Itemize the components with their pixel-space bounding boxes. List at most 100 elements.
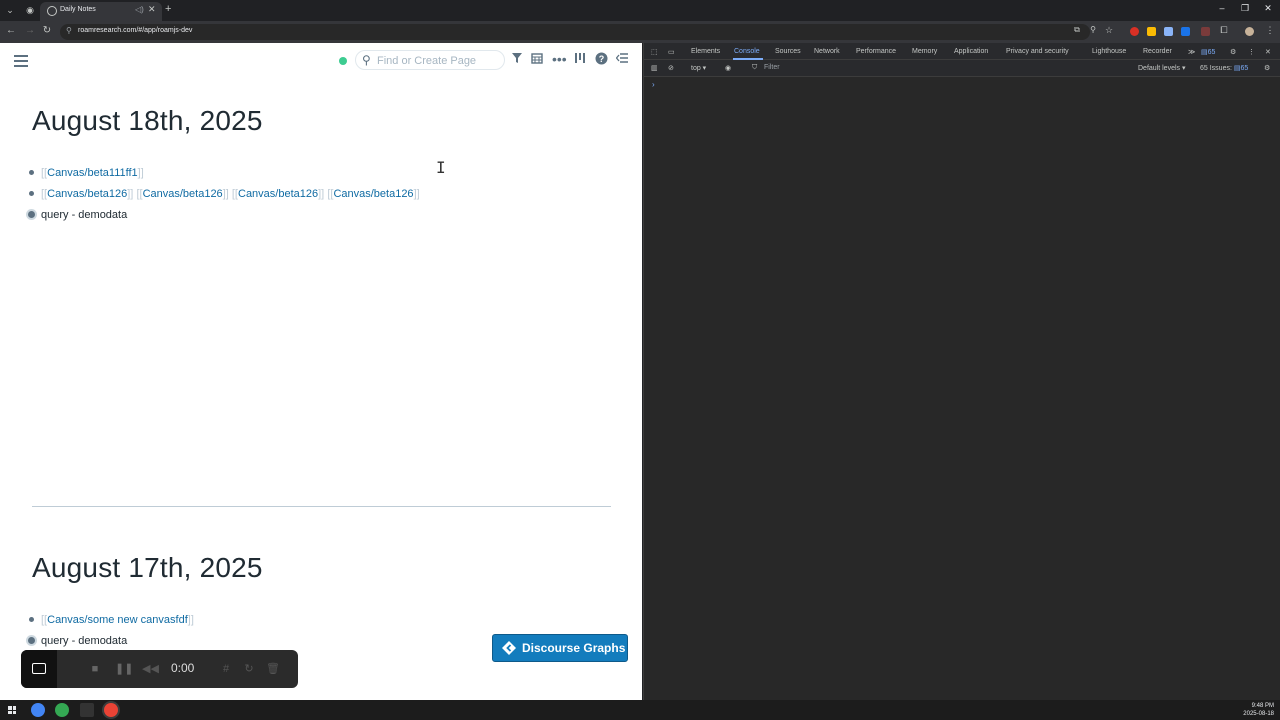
block-content[interactable]: [[Canvas/some new canvasfdf]]: [41, 610, 194, 630]
console-prompt-icon[interactable]: ›: [652, 80, 655, 89]
page-link[interactable]: Canvas/beta126: [47, 188, 127, 200]
tab-application[interactable]: Application: [954, 48, 988, 55]
discourse-graphs-button[interactable]: Discourse Graphs: [492, 634, 628, 662]
device-toolbar-icon[interactable]: ▭: [668, 48, 675, 56]
tab-privacy-security[interactable]: Privacy and security: [1006, 48, 1069, 55]
recording-time: 0:00: [171, 661, 195, 675]
tab-recorder[interactable]: Recorder: [1143, 48, 1172, 55]
new-tab-button[interactable]: +: [165, 3, 171, 15]
console-toolbar: ▥ ⊘ top ▾ ◉ ⛉ Filter Default levels ▾ 65…: [644, 60, 1280, 77]
live-expression-eye-icon[interactable]: ◉: [725, 64, 731, 72]
reload-icon[interactable]: ↻: [41, 25, 53, 36]
tab-close-icon[interactable]: ✕: [148, 4, 156, 15]
browser-menu-icon[interactable]: ⋮: [1264, 25, 1276, 36]
extension-yellow-icon[interactable]: [1147, 27, 1156, 36]
site-info-icon[interactable]: ⚲: [66, 26, 72, 35]
windows-start-icon[interactable]: [8, 706, 16, 714]
calendar-icon[interactable]: [530, 52, 544, 66]
page-link[interactable]: Canvas/some new canvasfdf: [47, 614, 188, 626]
sidebar-toggle-icon[interactable]: [14, 55, 28, 67]
back-arrow-icon[interactable]: ←: [5, 25, 17, 36]
devtools-settings-icon[interactable]: ⚙: [1230, 48, 1236, 56]
extension-blue-icon[interactable]: [1181, 27, 1190, 36]
tab-console[interactable]: Console: [734, 48, 760, 55]
system-clock[interactable]: 9:48 PM 2025-08-18: [1243, 702, 1274, 718]
roam-favicon-icon: [47, 6, 57, 16]
tab-audio-icon[interactable]: ◁): [135, 5, 144, 14]
issues-counter[interactable]: 65 Issues: ▤65: [1200, 64, 1248, 72]
tab-memory[interactable]: Memory: [912, 48, 937, 55]
browser-tab-strip: ⌄ ◉ Daily Notes ◁) ✕ + – ❐ ✕: [0, 0, 1280, 21]
restart-icon[interactable]: ↻: [241, 661, 257, 677]
tab-lighthouse[interactable]: Lighthouse: [1092, 48, 1126, 55]
issues-badge[interactable]: ▤65: [1201, 48, 1215, 56]
clear-console-icon[interactable]: ⊘: [668, 64, 674, 72]
block-content[interactable]: [[Canvas/beta111ff1]]: [41, 163, 144, 183]
grid-icon[interactable]: #: [218, 661, 234, 677]
block-bullet[interactable]: [29, 617, 34, 622]
address-bar[interactable]: ⚲ roamresearch.com/#/app/roamjs-dev: [60, 24, 1090, 40]
bookmark-star-icon[interactable]: ☆: [1103, 25, 1115, 36]
page-link[interactable]: Canvas/beta111ff1: [47, 167, 138, 179]
camera-toggle[interactable]: [21, 650, 57, 688]
inspect-element-icon[interactable]: ⬚: [651, 48, 658, 56]
install-app-icon[interactable]: ⧉: [1071, 25, 1083, 35]
graph-overview-icon[interactable]: [573, 52, 587, 66]
extension-blue-doc-icon[interactable]: [1164, 27, 1173, 36]
block-content[interactable]: query - demodata: [41, 205, 127, 225]
page-title[interactable]: August 18th, 2025: [32, 105, 263, 137]
tab-search-chevron-icon[interactable]: ⌄: [3, 3, 17, 17]
forward-arrow-icon[interactable]: →: [24, 25, 36, 36]
page-title[interactable]: August 17th, 2025: [32, 552, 263, 584]
more-options-icon[interactable]: •••: [552, 52, 567, 66]
bracket-close: ]]: [187, 614, 194, 626]
profile-avatar[interactable]: [1245, 27, 1254, 36]
taskbar-app-icon[interactable]: [31, 703, 45, 717]
taskbar-chrome-active-icon[interactable]: [104, 703, 118, 717]
tab-network[interactable]: Network: [814, 48, 840, 55]
restore-icon[interactable]: ❐: [1236, 3, 1254, 14]
delete-icon[interactable]: 🗑: [265, 661, 281, 677]
collapsed-block-bullet[interactable]: [28, 637, 35, 644]
context-selector[interactable]: top ▾: [691, 64, 706, 72]
minimize-icon[interactable]: –: [1213, 3, 1231, 13]
issues-label: 65 Issues:: [1200, 65, 1232, 72]
right-sidebar-toggle-icon[interactable]: [615, 52, 629, 66]
more-tabs-icon[interactable]: ≫: [1188, 48, 1195, 56]
help-icon[interactable]: ?: [594, 52, 608, 66]
taskbar-terminal-icon[interactable]: [80, 703, 94, 717]
page-link[interactable]: Canvas/beta126: [238, 188, 318, 200]
console-settings-icon[interactable]: ⚙: [1264, 64, 1270, 72]
extension-dark-red-icon[interactable]: [1201, 27, 1210, 36]
log-levels-dropdown[interactable]: Default levels ▾: [1138, 64, 1186, 72]
page-link[interactable]: Canvas/beta126: [333, 188, 413, 200]
window-close-icon[interactable]: ✕: [1259, 3, 1277, 14]
zoom-icon[interactable]: ⚲: [1087, 25, 1099, 34]
bracket-close: ]]: [222, 188, 229, 200]
browser-tab-daily-notes[interactable]: Daily Notes ◁) ✕: [40, 2, 162, 21]
devtools-menu-icon[interactable]: ⋮: [1248, 48, 1255, 56]
console-sidebar-icon[interactable]: ▥: [651, 64, 658, 72]
search-input[interactable]: [377, 53, 497, 68]
pause-icon[interactable]: ❚❚: [115, 661, 133, 677]
block-bullet[interactable]: [29, 191, 34, 196]
block-content[interactable]: [[Canvas/beta126]] [[Canvas/beta126]] [[…: [41, 184, 420, 204]
taskbar-chrome-icon[interactable]: [55, 703, 69, 717]
tab-elements[interactable]: Elements: [691, 48, 720, 55]
extension-red-icon[interactable]: [1130, 27, 1139, 36]
tab-sources[interactable]: Sources: [775, 48, 801, 55]
page-link[interactable]: Canvas/beta126: [143, 188, 223, 200]
stop-icon[interactable]: ■: [87, 661, 103, 677]
find-or-create-search[interactable]: ⚲: [355, 50, 505, 70]
rewind-icon[interactable]: ◀◀: [142, 661, 159, 677]
extensions-puzzle-icon[interactable]: ⧠: [1218, 25, 1230, 36]
block-bullet[interactable]: [29, 170, 34, 175]
tab-performance[interactable]: Performance: [856, 48, 896, 55]
filter-icon[interactable]: [510, 52, 524, 66]
devtools-close-icon[interactable]: ✕: [1265, 48, 1271, 56]
block-content[interactable]: query - demodata: [41, 631, 127, 651]
collapsed-block-bullet[interactable]: [28, 211, 35, 218]
sync-status-icon: [339, 57, 347, 65]
issues-count-value: 65: [1240, 65, 1249, 72]
console-filter[interactable]: ⛉ Filter: [748, 62, 1128, 74]
